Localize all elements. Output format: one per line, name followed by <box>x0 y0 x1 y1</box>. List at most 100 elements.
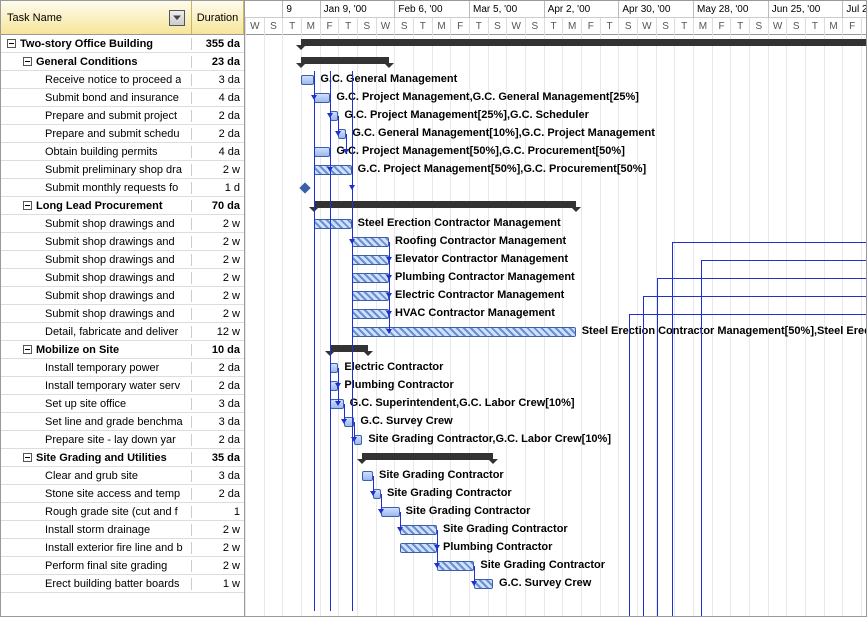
task-bar[interactable] <box>301 75 314 85</box>
task-row[interactable]: Obtain building permits4 da <box>1 143 244 161</box>
summary-bar[interactable] <box>362 453 493 460</box>
task-name-cell[interactable]: Mobilize on Site <box>1 344 192 356</box>
task-name-cell[interactable]: Two-story Office Building <box>1 38 192 50</box>
task-name-cell[interactable]: Submit monthly requests fo <box>1 182 192 194</box>
gantt-chart[interactable]: 9Jan 9, '00Feb 6, '00Mar 5, '00Apr 2, '0… <box>245 1 866 616</box>
task-name-cell[interactable]: Perform final site grading <box>1 560 192 572</box>
summary-bar[interactable] <box>301 39 866 46</box>
column-header-task[interactable]: Task Name <box>1 1 192 34</box>
dependency-link <box>657 278 866 279</box>
task-row[interactable]: Detail, fabricate and deliver12 w <box>1 323 244 341</box>
task-row[interactable]: Submit shop drawings and2 w <box>1 287 244 305</box>
task-bar[interactable] <box>330 363 338 373</box>
collapse-icon[interactable] <box>23 57 32 66</box>
task-row[interactable]: Submit shop drawings and2 w <box>1 251 244 269</box>
task-row[interactable]: Set up site office3 da <box>1 395 244 413</box>
task-name-cell[interactable]: Install temporary power <box>1 362 192 374</box>
milestone-marker[interactable] <box>299 182 310 193</box>
task-name-cell[interactable]: Receive notice to proceed a <box>1 74 192 86</box>
task-row[interactable]: Clear and grub site3 da <box>1 467 244 485</box>
task-row[interactable]: Submit shop drawings and2 w <box>1 233 244 251</box>
task-name-cell[interactable]: Submit preliminary shop dra <box>1 164 192 176</box>
summary-bar[interactable] <box>314 201 575 208</box>
task-name-label: Prepare site - lay down yar <box>45 434 176 446</box>
task-row[interactable]: Submit preliminary shop dra2 w <box>1 161 244 179</box>
task-row[interactable]: General Conditions23 da <box>1 53 244 71</box>
task-row[interactable]: Prepare site - lay down yar2 da <box>1 431 244 449</box>
column-header-duration[interactable]: Duration <box>192 1 244 34</box>
task-bar[interactable] <box>400 543 437 553</box>
task-name-cell[interactable]: Erect building batter boards <box>1 578 192 590</box>
task-row[interactable]: Install exterior fire line and b2 w <box>1 539 244 557</box>
task-row[interactable]: Install storm drainage2 w <box>1 521 244 539</box>
task-row[interactable]: Install temporary water serv2 da <box>1 377 244 395</box>
summary-bar[interactable] <box>330 345 367 352</box>
task-bar[interactable] <box>352 309 389 319</box>
task-name-cell[interactable]: Install storm drainage <box>1 524 192 536</box>
task-bar[interactable] <box>437 561 474 571</box>
task-name-cell[interactable]: Submit bond and insurance <box>1 92 192 104</box>
gantt-body[interactable]: G.C. General ManagementG.C. Project Mana… <box>245 35 866 616</box>
task-row[interactable]: Stone site access and temp2 da <box>1 485 244 503</box>
task-name-label: Two-story Office Building <box>20 38 153 50</box>
task-name-label: Erect building batter boards <box>45 578 180 590</box>
task-bar[interactable] <box>362 471 373 481</box>
gantt-row: Steel Erection Contractor Management[50%… <box>245 323 866 341</box>
task-name-cell[interactable]: Site Grading and Utilities <box>1 452 192 464</box>
collapse-icon[interactable] <box>23 201 32 210</box>
task-bar[interactable] <box>352 255 389 265</box>
task-row[interactable]: Receive notice to proceed a3 da <box>1 71 244 89</box>
task-name-cell[interactable]: Prepare and submit schedu <box>1 128 192 140</box>
task-name-cell[interactable]: Submit shop drawings and <box>1 218 192 230</box>
task-name-cell[interactable]: Submit shop drawings and <box>1 290 192 302</box>
task-row[interactable]: Set line and grade benchma3 da <box>1 413 244 431</box>
task-row[interactable]: Submit bond and insurance4 da <box>1 89 244 107</box>
task-row[interactable]: Site Grading and Utilities35 da <box>1 449 244 467</box>
task-name-cell[interactable]: Stone site access and temp <box>1 488 192 500</box>
task-row[interactable]: Mobilize on Site10 da <box>1 341 244 359</box>
summary-bar[interactable] <box>301 57 389 64</box>
task-name-cell[interactable]: Install temporary water serv <box>1 380 192 392</box>
task-row[interactable]: Submit shop drawings and2 w <box>1 269 244 287</box>
task-name-cell[interactable]: Submit shop drawings and <box>1 272 192 284</box>
task-name-cell[interactable]: Install exterior fire line and b <box>1 542 192 554</box>
task-row[interactable]: Prepare and submit project2 da <box>1 107 244 125</box>
task-name-cell[interactable]: Submit shop drawings and <box>1 308 192 320</box>
task-name-cell[interactable]: Detail, fabricate and deliver <box>1 326 192 338</box>
task-name-cell[interactable]: Set line and grade benchma <box>1 416 192 428</box>
collapse-icon[interactable] <box>7 39 16 48</box>
task-name-cell[interactable]: Prepare and submit project <box>1 110 192 122</box>
task-bar[interactable] <box>314 147 330 157</box>
task-bar-label: Roofing Contractor Management <box>395 235 566 247</box>
task-name-cell[interactable]: Submit shop drawings and <box>1 236 192 248</box>
task-row[interactable]: Prepare and submit schedu2 da <box>1 125 244 143</box>
task-row[interactable]: Install temporary power2 da <box>1 359 244 377</box>
task-bar[interactable] <box>352 273 389 283</box>
task-filter-dropdown[interactable] <box>169 10 185 26</box>
collapse-icon[interactable] <box>23 345 32 354</box>
task-name-cell[interactable]: Obtain building permits <box>1 146 192 158</box>
task-name-cell[interactable]: Clear and grub site <box>1 470 192 482</box>
task-row[interactable]: Submit shop drawings and2 w <box>1 215 244 233</box>
task-row[interactable]: Long Lead Procurement70 da <box>1 197 244 215</box>
gantt-row: Site Grading Contractor <box>245 485 866 503</box>
task-row[interactable]: Two-story Office Building355 da <box>1 35 244 53</box>
task-name-cell[interactable]: Prepare site - lay down yar <box>1 434 192 446</box>
task-name-cell[interactable]: Submit shop drawings and <box>1 254 192 266</box>
task-row[interactable]: Erect building batter boards1 w <box>1 575 244 593</box>
task-bar[interactable] <box>400 525 437 535</box>
task-bar[interactable] <box>314 219 351 229</box>
collapse-icon[interactable] <box>23 453 32 462</box>
task-name-cell[interactable]: Set up site office <box>1 398 192 410</box>
task-row[interactable]: Submit shop drawings and2 w <box>1 305 244 323</box>
task-row[interactable]: Perform final site grading2 w <box>1 557 244 575</box>
task-bar[interactable] <box>352 237 389 247</box>
task-name-label: Stone site access and temp <box>45 488 180 500</box>
timescale-minor: T <box>861 18 866 35</box>
task-row[interactable]: Rough grade site (cut and f1 <box>1 503 244 521</box>
task-name-cell[interactable]: Rough grade site (cut and f <box>1 506 192 518</box>
task-name-cell[interactable]: General Conditions <box>1 56 192 68</box>
task-row[interactable]: Submit monthly requests fo1 d <box>1 179 244 197</box>
task-bar[interactable] <box>352 291 389 301</box>
task-name-cell[interactable]: Long Lead Procurement <box>1 200 192 212</box>
